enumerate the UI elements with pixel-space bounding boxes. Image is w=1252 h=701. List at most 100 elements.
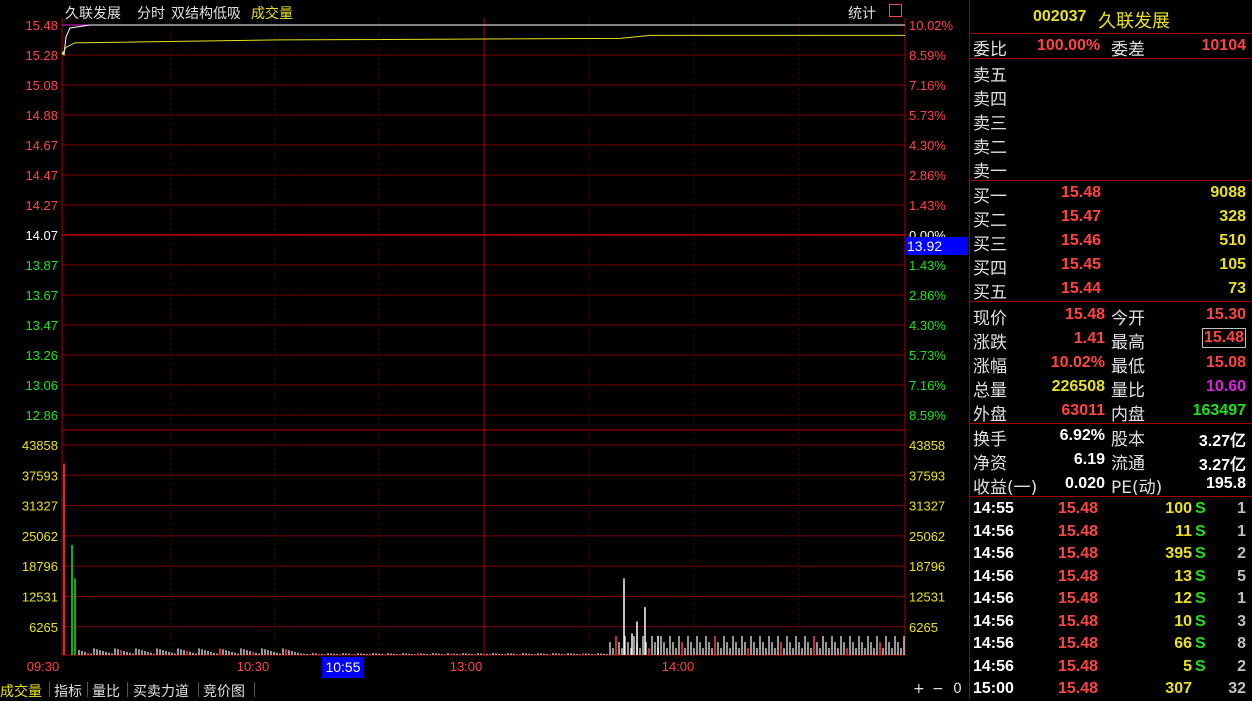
zoom-reset-button[interactable]: 0 bbox=[953, 681, 962, 697]
tick-row[interactable]: 14:56 15.48 395 S 2 bbox=[969, 543, 1252, 566]
cursor-time-label: 10:55 bbox=[325, 659, 360, 675]
tick-direction: S bbox=[1195, 545, 1206, 562]
tick-time: 14:56 bbox=[973, 635, 1014, 652]
volume-axis-label-right: 12531 bbox=[909, 590, 945, 605]
volume-axis-label: 31327 bbox=[22, 499, 58, 514]
tick-row[interactable]: 14:56 15.48 13 S 5 bbox=[969, 566, 1252, 589]
price-axis-label: 13.87 bbox=[25, 258, 58, 273]
buy-level-volume: 9088 bbox=[1210, 184, 1246, 201]
indicator-name[interactable]: 双结构低吸 bbox=[171, 3, 241, 23]
buy-level-row: 买三 15.46 510 bbox=[969, 229, 1252, 255]
tick-time: 14:55 bbox=[973, 500, 1014, 517]
quote-value: 15.48 bbox=[1201, 328, 1246, 348]
buy-level-price: 15.45 bbox=[1061, 256, 1102, 273]
tab-buy-sell-force[interactable]: 买卖力道 bbox=[133, 681, 189, 701]
pct-axis-label: 4.30% bbox=[909, 138, 946, 153]
tick-time: 15:00 bbox=[973, 680, 1014, 697]
stock-name: 久联发展 bbox=[1098, 11, 1170, 32]
quote-value: 226508 bbox=[1051, 378, 1105, 395]
buy-level-price: 15.46 bbox=[1061, 232, 1102, 249]
quote-label: 今开 bbox=[1111, 309, 1145, 329]
weibi-label: 委比 bbox=[973, 40, 1007, 60]
buy-level-volume: 73 bbox=[1228, 280, 1246, 297]
quote-label: 涨幅 bbox=[973, 357, 1007, 377]
financial-label: 换手 bbox=[973, 430, 1007, 450]
quote-value: 15.30 bbox=[1205, 306, 1246, 323]
zoom-in-button[interactable]: + bbox=[913, 681, 925, 697]
tab-fenshi[interactable]: 分时 bbox=[137, 3, 165, 23]
volume-indicator-label[interactable]: 成交量 bbox=[251, 3, 293, 23]
tick-volume: 307 bbox=[1165, 680, 1192, 697]
quote-value: 15.08 bbox=[1205, 354, 1246, 371]
financial-value: 0.020 bbox=[1064, 475, 1105, 492]
tab-volume-ratio[interactable]: 量比 bbox=[92, 681, 120, 701]
volume-axis-label: 6265 bbox=[29, 620, 58, 635]
panel-title: 002037 久联发展 bbox=[969, 6, 1252, 32]
tick-price: 15.48 bbox=[1058, 590, 1099, 607]
tick-row[interactable]: 14:55 15.48 100 S 1 bbox=[969, 498, 1252, 521]
weicha-label: 委差 bbox=[1111, 40, 1145, 60]
price-axis-label: 13.47 bbox=[25, 318, 58, 333]
financial-label: 收益(一) bbox=[973, 478, 1038, 498]
tick-time: 14:56 bbox=[973, 657, 1014, 675]
tick-row[interactable]: 14:56 15.48 11 S 1 bbox=[969, 521, 1252, 544]
intraday-chart[interactable]: 15.48 10.02% 15.28 8.59% 15.08 7.16% 14.88 5.73… bbox=[0, 0, 968, 699]
buy-level-label: 买五 bbox=[973, 283, 1007, 303]
tick-time: 14:56 bbox=[973, 590, 1014, 607]
quote-label: 总量 bbox=[973, 381, 1007, 401]
cursor-price-label: 13.92 bbox=[907, 238, 942, 254]
financial-label: PE(动) bbox=[1111, 478, 1163, 498]
price-axis-label: 15.28 bbox=[25, 48, 58, 63]
tick-volume: 100 bbox=[1165, 500, 1192, 517]
quote-row: 涨跌 1.41 最高 15.48 bbox=[969, 327, 1252, 353]
time-axis-label: 10:30 bbox=[237, 659, 270, 674]
tick-count: 2 bbox=[1237, 657, 1246, 675]
weibi-row: 委比 100.00% 委差 10104 bbox=[969, 34, 1252, 60]
pct-axis-label: 2.86% bbox=[909, 288, 946, 303]
weicha-value: 10104 bbox=[1201, 37, 1247, 54]
tick-row[interactable]: 14:56 15.48 12 S 1 bbox=[969, 588, 1252, 611]
time-axis-label: 14:00 bbox=[662, 659, 695, 674]
tick-row[interactable]: 15:00 15.48 307 32 bbox=[969, 678, 1252, 701]
tick-row[interactable]: 14:56 15.48 66 S 8 bbox=[969, 633, 1252, 656]
tick-price: 15.48 bbox=[1058, 657, 1099, 675]
tab-indicator[interactable]: 指标 bbox=[54, 681, 82, 701]
tick-count: 1 bbox=[1237, 500, 1246, 517]
financial-value: 6.19 bbox=[1073, 451, 1105, 468]
tick-volume: 5 bbox=[1183, 657, 1192, 675]
sell-level-label: 卖三 bbox=[973, 114, 1007, 134]
tick-count: 3 bbox=[1237, 612, 1246, 630]
buy-level-label: 买四 bbox=[973, 259, 1007, 279]
tick-time: 14:56 bbox=[973, 522, 1014, 540]
quote-value: 15.48 bbox=[1064, 306, 1105, 323]
quote-label: 最低 bbox=[1111, 357, 1145, 377]
sell-level-row: 卖二 bbox=[969, 132, 1252, 158]
buy-level-volume: 328 bbox=[1219, 208, 1246, 225]
quote-row: 外盘 63011 内盘 163497 bbox=[969, 399, 1252, 425]
financial-value: 195.8 bbox=[1205, 475, 1246, 492]
zoom-out-button[interactable]: − bbox=[932, 681, 944, 697]
stats-toggle-icon[interactable] bbox=[889, 4, 902, 17]
stock-code: 002037 bbox=[1033, 8, 1087, 25]
sell-level-row: 卖三 bbox=[969, 108, 1252, 134]
tick-direction: S bbox=[1195, 522, 1206, 540]
stats-button[interactable]: 统计 bbox=[848, 3, 876, 23]
quote-value: 163497 bbox=[1192, 402, 1246, 419]
sell-level-row: 卖四 bbox=[969, 84, 1252, 110]
tick-price: 15.48 bbox=[1058, 635, 1099, 652]
volume-axis-label-right: 25062 bbox=[909, 529, 945, 544]
pct-axis-label: 1.43% bbox=[909, 198, 946, 213]
tab-volume[interactable]: 成交量 bbox=[0, 681, 42, 701]
quote-row: 总量 226508 量比 10.60 bbox=[969, 375, 1252, 401]
buy-level-row: 买二 15.47 328 bbox=[969, 205, 1252, 231]
tab-auction-chart[interactable]: 竞价图 bbox=[203, 681, 245, 701]
buy-level-row: 买四 15.45 105 bbox=[969, 253, 1252, 279]
financial-label: 股本 bbox=[1111, 430, 1145, 450]
quote-row: 涨幅 10.02% 最低 15.08 bbox=[969, 351, 1252, 377]
price-axis-label: 13.26 bbox=[25, 348, 58, 363]
tick-row[interactable]: 14:56 15.48 10 S 3 bbox=[969, 611, 1252, 634]
quote-label: 外盘 bbox=[973, 405, 1007, 425]
sell-level-label: 卖五 bbox=[973, 66, 1007, 86]
volume-axis-label-right: 43858 bbox=[909, 438, 945, 453]
tick-row[interactable]: 14:56 15.48 5 S 2 bbox=[969, 656, 1252, 679]
